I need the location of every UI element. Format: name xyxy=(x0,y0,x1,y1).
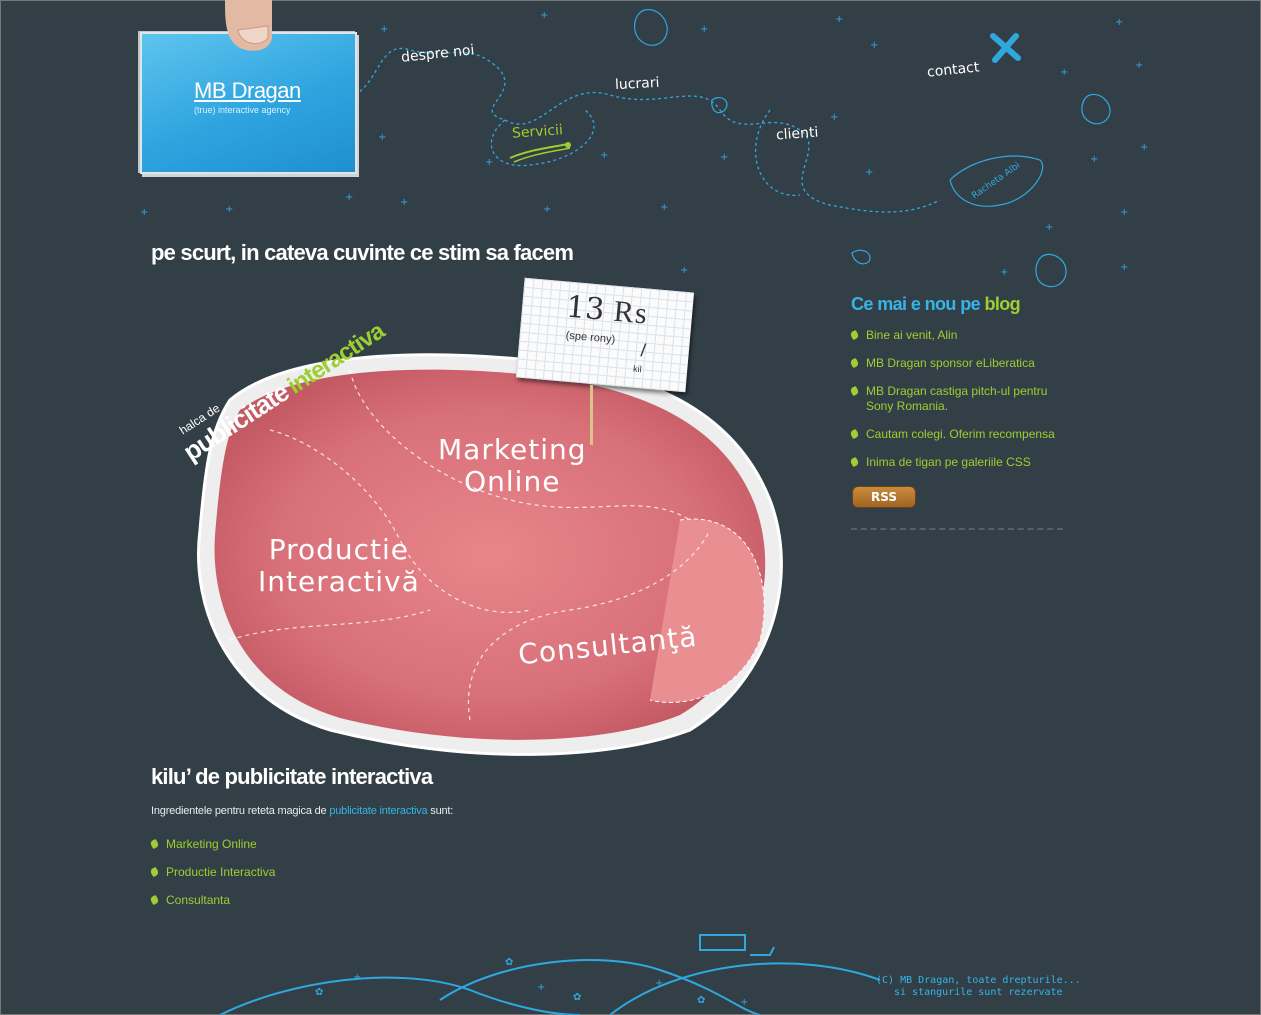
blog-item[interactable]: MB Dragan sponsor eLiberatica xyxy=(849,356,1035,371)
nav-lucrari[interactable]: lucrari xyxy=(615,75,660,93)
blog-title-text: Ce mai e nou pe xyxy=(851,294,985,314)
svg-text:+: + xyxy=(543,204,551,215)
blog-item[interactable]: Cautam colegi. Oferim recompensa xyxy=(849,427,1055,442)
svg-text:+: + xyxy=(140,207,148,218)
svg-text:+: + xyxy=(720,152,728,163)
svg-text:+: + xyxy=(1115,17,1123,28)
svg-text:+: + xyxy=(870,40,878,51)
blog-item[interactable]: Bine ai venit, Alin xyxy=(849,328,957,343)
bullet-leaf-icon xyxy=(849,329,860,341)
section-title: kilu’ de publicitate interactiva xyxy=(151,764,433,789)
blog-item[interactable]: Inima de tigan pe galeriile CSS xyxy=(849,455,1031,470)
bullet-leaf-icon xyxy=(849,385,860,397)
servicii-comet-icon xyxy=(509,142,571,163)
svg-text:+: + xyxy=(655,978,663,989)
list-item[interactable]: Productie Interactiva xyxy=(149,865,275,880)
bullet-leaf-icon xyxy=(849,456,860,468)
svg-text:+: + xyxy=(700,24,708,35)
blog-item[interactable]: MB Dragan castiga pitch-ul pentru Sony R… xyxy=(849,384,1047,414)
svg-text:+: + xyxy=(660,202,668,213)
lead-link[interactable]: publicitate interactiva xyxy=(329,805,427,817)
svg-text:+: + xyxy=(740,997,748,1008)
price-unit: kil xyxy=(632,363,643,375)
svg-text:+: + xyxy=(1045,222,1053,233)
svg-text:+: + xyxy=(600,150,608,161)
list-item[interactable]: Marketing Online xyxy=(149,837,257,852)
price-tag: 13 ₨ (spe rony) / kil xyxy=(515,277,695,393)
blog-title: Ce mai e nou pe blog xyxy=(851,294,1021,315)
nav-clienti[interactable]: clienti xyxy=(775,125,818,144)
list-item-label[interactable]: Marketing Online xyxy=(166,837,257,851)
blog-item-label[interactable]: MB Dragan castiga pitch-ul pentru Sony R… xyxy=(866,384,1047,413)
bullet-leaf-icon xyxy=(149,866,160,878)
svg-text:+: + xyxy=(1090,154,1098,165)
bullet-leaf-icon xyxy=(849,357,860,369)
sidebar-divider xyxy=(851,528,1063,530)
svg-text:+: + xyxy=(540,10,548,21)
blog-link[interactable]: blog xyxy=(984,294,1020,314)
bullet-leaf-icon xyxy=(849,428,860,440)
ham-illustration: halca de publicitate interactiva 13 ₨ (s… xyxy=(170,277,810,770)
list-item[interactable]: Consultanta xyxy=(149,893,230,908)
svg-text:+: + xyxy=(378,132,386,143)
price-tag-stick xyxy=(590,385,593,445)
blog-item-label[interactable]: Bine ai venit, Alin xyxy=(866,328,957,342)
brand-tagline: (true) interactive agency xyxy=(194,105,291,115)
lead-end: sunt: xyxy=(427,805,454,817)
svg-text:+: + xyxy=(400,197,408,208)
svg-text:+: + xyxy=(225,204,233,215)
brand-name[interactable]: MB Dragan xyxy=(194,78,301,104)
svg-text:+: + xyxy=(830,112,838,123)
intro-title: pe scurt, in cateva cuvinte ce stim sa f… xyxy=(151,240,574,265)
svg-text:+: + xyxy=(1135,60,1143,71)
rss-button[interactable]: RSS xyxy=(852,486,916,508)
svg-text:✿: ✿ xyxy=(697,995,705,1006)
ham-shape xyxy=(197,353,783,756)
svg-text:+: + xyxy=(835,14,843,25)
svg-text:+: + xyxy=(865,167,873,178)
blog-item-label[interactable]: MB Dragan sponsor eLiberatica xyxy=(866,356,1035,370)
svg-text:+: + xyxy=(1120,262,1128,273)
footer-line-1: (C) MB Dragan, toate drepturile... xyxy=(876,975,1081,986)
svg-text:+: + xyxy=(1060,67,1068,78)
svg-text:+: + xyxy=(1120,207,1128,218)
footer-line-2: si stangurile sunt rezervate xyxy=(894,987,1063,998)
blog-item-label[interactable]: Inima de tigan pe galeriile CSS xyxy=(866,455,1031,469)
svg-text:+: + xyxy=(353,972,361,983)
list-item-label[interactable]: Productie Interactiva xyxy=(166,865,275,879)
svg-text:+: + xyxy=(1140,142,1148,153)
svg-text:+: + xyxy=(345,192,353,203)
price-value: 13 ₨ xyxy=(564,289,649,332)
label-productie-interactiva[interactable]: Productie Interactivă xyxy=(258,534,420,598)
section-lead: Ingredientele pentru reteta magica de pu… xyxy=(151,805,453,817)
label-marketing-online[interactable]: Marketing Online xyxy=(438,434,587,498)
price-note: (spe rony) xyxy=(565,329,616,346)
list-item-label[interactable]: Consultanta xyxy=(166,893,230,907)
svg-text:+: + xyxy=(680,265,688,276)
svg-text:✿: ✿ xyxy=(573,992,581,1003)
hand-thumb-icon xyxy=(225,0,272,51)
svg-text:+: + xyxy=(537,982,545,993)
blog-item-label[interactable]: Cautam colegi. Oferim recompensa xyxy=(866,427,1055,441)
svg-text:+: + xyxy=(380,24,388,35)
price-slash: / xyxy=(639,340,647,361)
svg-text:✿: ✿ xyxy=(315,987,323,998)
bullet-leaf-icon xyxy=(149,838,160,850)
svg-text:+: + xyxy=(485,157,493,168)
svg-text:✿: ✿ xyxy=(505,957,513,968)
footer-copyright: (C) MB Dragan, toate drepturile... si st… xyxy=(876,975,1081,999)
svg-text:+: + xyxy=(1000,267,1008,278)
bullet-leaf-icon xyxy=(149,894,160,906)
lead-text: Ingredientele pentru reteta magica de xyxy=(151,805,330,817)
